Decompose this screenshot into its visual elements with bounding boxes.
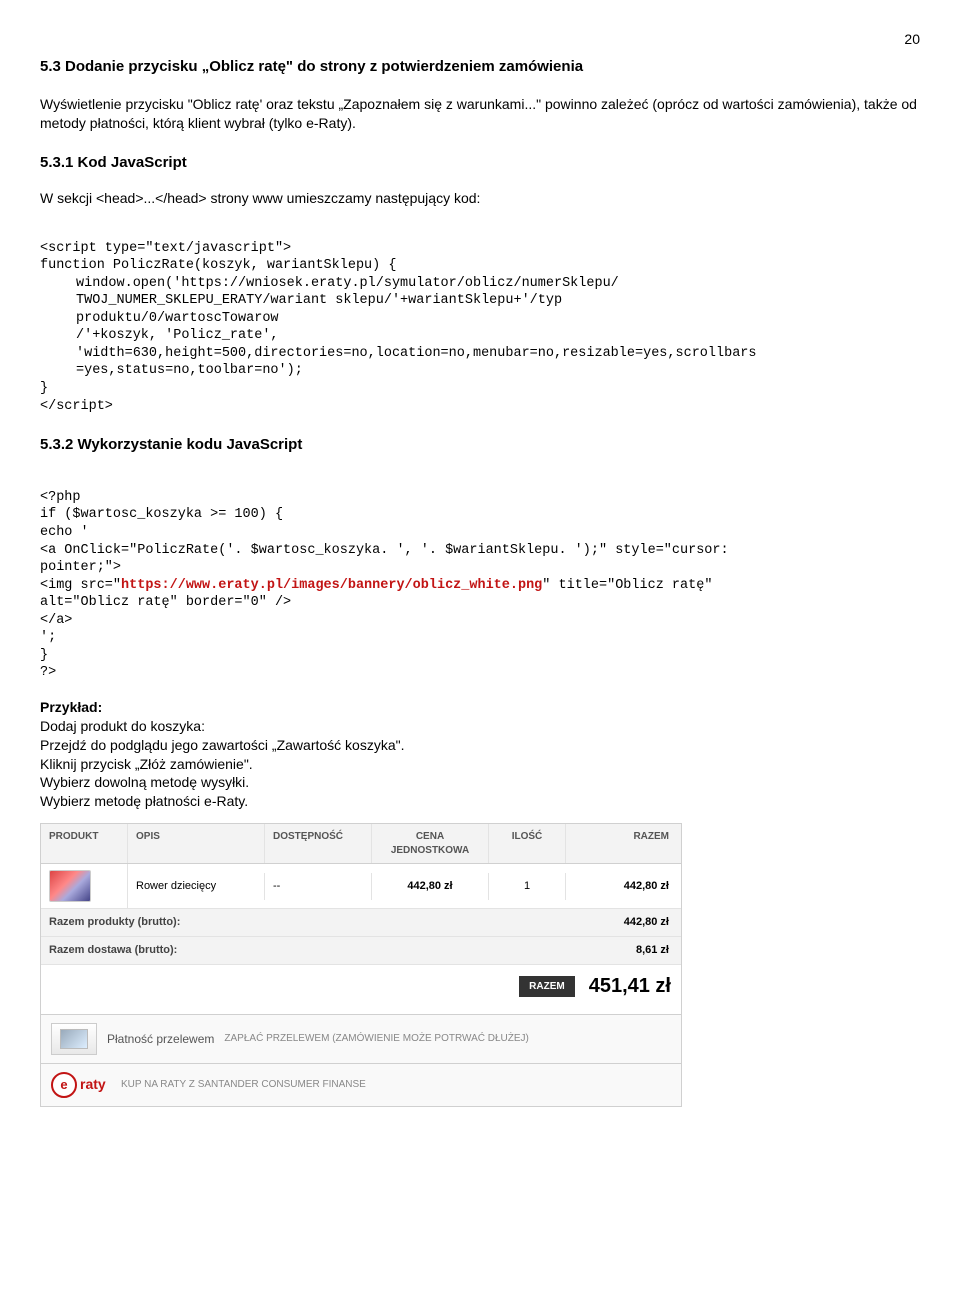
cart-header-row: PRODUKT OPIS DOSTĘPNOŚĆ CENA JEDNOSTKOWA… — [41, 824, 681, 864]
code-line: <img src="https://www.eraty.pl/images/ba… — [40, 578, 712, 593]
code-line: alt="Oblicz ratę" border="0" /> — [40, 595, 291, 610]
payment-desc: ZAPŁAĆ PRZELEWEM (ZAMÓWIENIE MOŻE POTRWA… — [224, 1032, 671, 1046]
bank-transfer-icon — [51, 1023, 97, 1055]
code-line: } — [40, 381, 48, 396]
product-thumb-cell — [41, 864, 128, 908]
code-block-javascript: <script type="text/javascript"> function… — [40, 222, 920, 415]
code-line: /'+koszyk, 'Policz_rate', — [40, 327, 920, 345]
grand-total-block: RAZEM 451,41 zł — [41, 965, 681, 1014]
example-step: Przejdź do podglądu jego zawartości „Zaw… — [40, 736, 920, 755]
code-block-php: <?php if ($wartosc_koszyka >= 100) { ech… — [40, 471, 920, 682]
col-header-desc: OPIS — [128, 824, 265, 863]
code-line: function PoliczRate(koszyk, wariantSklep… — [40, 258, 396, 273]
payment-title: Płatność przelewem — [107, 1031, 214, 1047]
cell-total: 442,80 zł — [566, 873, 681, 900]
payment-option-transfer[interactable]: Płatność przelewem ZAPŁAĆ PRZELEWEM (ZAM… — [41, 1014, 681, 1063]
payment-desc: KUP NA RATY Z SANTANDER CONSUMER FINANSE — [121, 1078, 671, 1092]
total-amount: 451,41 zł — [589, 973, 671, 1000]
code-line: </script> — [40, 399, 113, 414]
example-step: Dodaj produkt do koszyka: — [40, 717, 920, 736]
code-line: <?php — [40, 490, 81, 505]
heading-5-3-1: 5.3.1 Kod JavaScript — [40, 153, 920, 173]
table-row: Rower dziecięcy -- 442,80 zł 1 442,80 zł — [41, 864, 681, 909]
code-line: '; — [40, 630, 56, 645]
col-header-total: RAZEM — [566, 824, 681, 863]
cell-desc: Rower dziecięcy — [128, 873, 265, 900]
code-line: if ($wartosc_koszyka >= 100) { — [40, 507, 283, 522]
product-thumbnail — [49, 870, 91, 902]
code-line: pointer;"> — [40, 560, 121, 575]
code-line: produktu/0/wartoscTowarow — [40, 310, 920, 328]
heading-5-3-2: 5.3.2 Wykorzystanie kodu JavaScript — [40, 435, 920, 455]
code-line: TWOJ_NUMER_SKLEPU_ERATY/wariant sklepu/'… — [40, 292, 920, 310]
example-step: Wybierz dowolną metodę wysyłki. — [40, 773, 920, 792]
col-header-avail: DOSTĘPNOŚĆ — [265, 824, 372, 863]
example-label: Przykład: — [40, 698, 920, 717]
summary-delivery-row: Razem dostawa (brutto): 8,61 zł — [41, 937, 681, 965]
summary-label: Razem produkty (brutto): — [41, 909, 537, 936]
col-header-qty: ILOŚĆ — [489, 824, 566, 863]
summary-products-row: Razem produkty (brutto): 442,80 zł — [41, 909, 681, 937]
code-line: <a OnClick="PoliczRate('. $wartosc_koszy… — [40, 543, 729, 558]
payment-option-eraty[interactable]: eraty KUP NA RATY Z SANTANDER CONSUMER F… — [41, 1063, 681, 1106]
cell-price: 442,80 zł — [372, 873, 489, 900]
col-header-unitprice: CENA JEDNOSTKOWA — [372, 824, 489, 863]
head-note: W sekcji <head>...</head> strony www umi… — [40, 189, 920, 208]
cell-avail: -- — [265, 873, 372, 900]
code-line: =yes,status=no,toolbar=no'); — [40, 362, 920, 380]
code-line: </a> — [40, 613, 72, 628]
example-step: Kliknij przycisk „Złóż zamówienie". — [40, 755, 920, 774]
intro-paragraph: Wyświetlenie przycisku "Oblicz ratę' ora… — [40, 95, 920, 133]
total-badge: RAZEM — [519, 976, 575, 998]
summary-value: 8,61 zł — [537, 937, 681, 964]
cart-preview: PRODUKT OPIS DOSTĘPNOŚĆ CENA JEDNOSTKOWA… — [40, 823, 682, 1107]
page-number: 20 — [40, 30, 920, 49]
code-line: } — [40, 648, 48, 663]
summary-value: 442,80 zł — [537, 909, 681, 936]
code-line: echo ' — [40, 525, 89, 540]
heading-5-3: 5.3 Dodanie przycisku „Oblicz ratę" do s… — [40, 57, 920, 77]
image-url: https://www.eraty.pl/images/bannery/obli… — [121, 578, 542, 593]
eraty-logo-icon: eraty — [51, 1072, 111, 1098]
code-line: 'width=630,height=500,directories=no,loc… — [40, 345, 920, 363]
example-step: Wybierz metodę płatności e-Raty. — [40, 792, 920, 811]
code-line: <script type="text/javascript"> — [40, 241, 291, 256]
code-line: window.open('https://wniosek.eraty.pl/sy… — [40, 275, 920, 293]
cell-qty: 1 — [489, 873, 566, 900]
code-line: ?> — [40, 665, 56, 680]
col-header-product: PRODUKT — [41, 824, 128, 863]
summary-label: Razem dostawa (brutto): — [41, 937, 537, 964]
